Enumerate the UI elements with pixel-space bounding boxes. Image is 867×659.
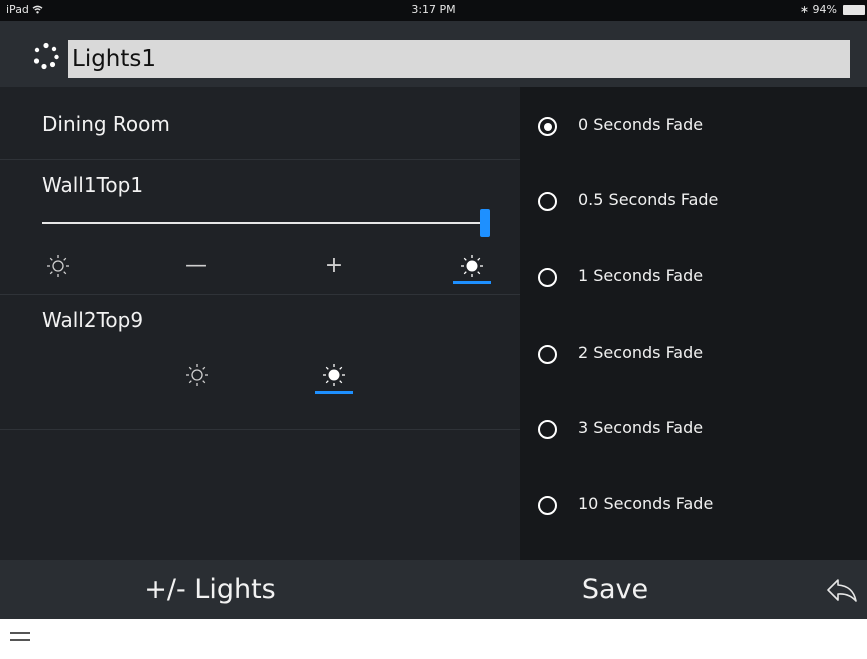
fade-option-label: 0.5 Seconds Fade xyxy=(578,190,719,209)
sun-outline-icon xyxy=(186,364,208,386)
radio[interactable] xyxy=(538,192,557,211)
radio[interactable] xyxy=(538,496,557,515)
radio[interactable] xyxy=(538,268,557,287)
clock: 3:17 PM xyxy=(411,3,456,16)
bluetooth-icon: ∗ xyxy=(799,3,810,16)
fade-options-panel: 0 Seconds Fade 0.5 Seconds Fade 1 Second… xyxy=(520,87,867,560)
fade-option-1s[interactable]: 1 Seconds Fade xyxy=(520,258,867,298)
wall2-off-button[interactable] xyxy=(177,355,217,395)
divider xyxy=(0,429,520,430)
wall1-label: Wall1Top1 xyxy=(42,173,144,197)
page-title[interactable]: Lights1 xyxy=(68,40,850,78)
battery-percent: ∗ 94% xyxy=(799,3,837,16)
back-arrow-icon[interactable] xyxy=(825,576,859,604)
wall1-slider-track[interactable] xyxy=(42,222,482,224)
hamburger-icon[interactable] xyxy=(10,632,32,644)
loading-spinner-icon xyxy=(33,42,59,70)
room-label: Dining Room xyxy=(42,112,170,136)
wall1-on-indicator xyxy=(453,281,491,284)
lights-toggle-button[interactable]: +/- Lights xyxy=(110,560,310,619)
radio[interactable] xyxy=(538,420,557,439)
fade-option-0.5s[interactable]: 0.5 Seconds Fade xyxy=(520,182,867,222)
wall2-on-button[interactable] xyxy=(314,355,354,395)
fade-option-3s[interactable]: 3 Seconds Fade xyxy=(520,410,867,450)
wall2-label: Wall2Top9 xyxy=(42,308,144,332)
lights-list: Dining Room Wall1Top1 — + Wall2Top9 xyxy=(0,87,520,560)
fade-option-10s[interactable]: 10 Seconds Fade xyxy=(520,486,867,526)
wall1-on-button[interactable] xyxy=(452,246,492,286)
header: Lights1 xyxy=(0,21,867,87)
footer xyxy=(0,619,867,659)
divider xyxy=(0,294,520,295)
save-button[interactable]: Save xyxy=(530,560,700,619)
fade-option-label: 1 Seconds Fade xyxy=(578,266,704,285)
fade-option-label: 0 Seconds Fade xyxy=(578,115,704,134)
fade-option-0s[interactable]: 0 Seconds Fade xyxy=(520,107,867,147)
fade-option-2s[interactable]: 2 Seconds Fade xyxy=(520,335,867,375)
divider xyxy=(0,159,520,160)
wall1-raise-button[interactable]: + xyxy=(314,246,354,286)
status-bar: iPad 3:17 PM ∗ 94% xyxy=(0,0,867,21)
sun-filled-icon xyxy=(461,255,483,277)
fade-option-label: 10 Seconds Fade xyxy=(578,494,714,513)
sun-outline-icon xyxy=(47,255,69,277)
sun-filled-icon xyxy=(323,364,345,386)
bottom-toolbar: +/- Lights Save xyxy=(0,560,867,619)
wall1-lower-button[interactable]: — xyxy=(176,246,216,286)
fade-option-label: 2 Seconds Fade xyxy=(578,343,704,362)
wall1-slider-thumb[interactable] xyxy=(480,209,490,237)
battery-icon xyxy=(843,5,865,15)
radio[interactable] xyxy=(538,345,557,364)
fade-option-label: 3 Seconds Fade xyxy=(578,418,704,437)
radio-selected[interactable] xyxy=(538,117,557,136)
wall2-on-indicator xyxy=(315,391,353,394)
wall1-off-button[interactable] xyxy=(38,246,78,286)
app-frame: iPad 3:17 PM ∗ 94% Lights1 Dining Room W… xyxy=(0,0,867,619)
